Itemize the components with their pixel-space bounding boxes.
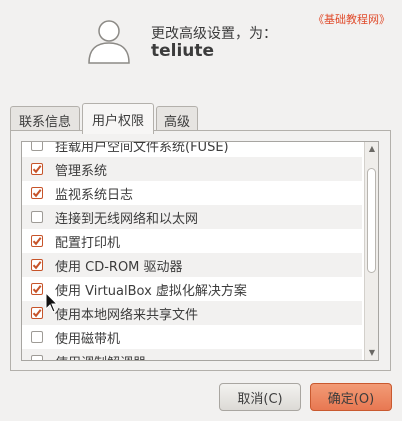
checkmark-icon [32,285,42,294]
cancel-button[interactable]: 取消(C) [219,383,301,411]
checkbox-unchecked[interactable] [31,142,43,151]
privilege-label: 监视系统日志 [55,187,134,203]
privilege-label: 配置打印机 [55,235,121,251]
tab-label: 联系信息 [18,114,71,130]
privileges-list[interactable]: 挂载用户空间文件系统(FUSE) 管理系统监视系统日志连接到无线网络和以太网 配置打… [21,141,379,361]
privilege-row[interactable]: 使用 VirtualBox 虚拟化解决方案 [22,277,362,301]
scrollbar-thumb[interactable] [367,168,376,273]
scroll-up-arrow-icon[interactable]: ▲ [368,145,376,153]
privilege-label: 使用磁带机 [55,331,121,347]
scroll-down-arrow-icon[interactable]: ▼ [368,349,376,357]
privilege-label: 使用 VirtualBox 虚拟化解决方案 [55,283,247,299]
checkbox-unchecked[interactable] [31,211,43,223]
privilege-row[interactable]: 连接到无线网络和以太网 [22,205,362,229]
checkbox-checked[interactable] [31,163,43,175]
privilege-row[interactable]: 挂载用户空间文件系统(FUSE) [22,141,362,157]
privilege-label: 使用调制解调器 [55,352,146,361]
tab-advanced[interactable]: 高级 [156,106,198,133]
dialog-heading: 更改高级设置，为： [151,26,277,42]
tab-contact-info[interactable]: 联系信息 [10,106,80,133]
watermark-text: 《基础教程网》 [313,13,390,26]
privilege-row[interactable]: 使用调制解调器 [22,349,362,361]
privileges-rows: 挂载用户空间文件系统(FUSE) 管理系统监视系统日志连接到无线网络和以太网 配置打… [22,141,362,361]
checkmark-icon [32,261,42,270]
privilege-label: 挂载用户空间文件系统(FUSE) [55,141,229,155]
privilege-row[interactable]: 管理系统 [22,157,362,181]
cancel-button-label: 取消(C) [237,391,283,407]
checkbox-checked[interactable] [31,259,43,271]
mouse-pointer-icon [45,292,58,313]
privilege-row[interactable]: 使用 CD-ROM 驱动器 [22,253,362,277]
checkmark-icon [32,189,42,198]
checkmark-icon [32,309,42,318]
privilege-label: 使用 CD-ROM 驱动器 [55,259,183,275]
ok-button[interactable]: 确定(O) [310,383,392,411]
tab-user-privileges[interactable]: 用户权限 [82,103,154,134]
checkmark-icon [32,165,42,174]
privilege-row[interactable]: 使用磁带机 [22,325,362,349]
privilege-row[interactable]: 使用本地网络来共享文件 [22,301,362,325]
username-label: teliute [151,41,215,61]
scrollbar[interactable]: ▲ ▼ [364,142,378,360]
ok-button-label: 确定(O) [327,391,375,407]
privileges-panel: 挂载用户空间文件系统(FUSE) 管理系统监视系统日志连接到无线网络和以太网 配置打… [10,130,391,371]
checkbox-checked[interactable] [31,283,43,295]
privilege-row[interactable]: 监视系统日志 [22,181,362,205]
user-avatar-icon [88,20,130,64]
privilege-label: 使用本地网络来共享文件 [55,307,199,323]
checkbox-checked[interactable] [31,187,43,199]
checkbox-unchecked[interactable] [31,331,43,343]
privilege-row[interactable]: 配置打印机 [22,229,362,253]
privilege-label: 管理系统 [55,163,108,179]
privilege-label: 连接到无线网络和以太网 [55,211,199,227]
tab-label: 高级 [163,114,190,130]
checkmark-icon [32,237,42,246]
tab-label: 用户权限 [91,113,144,129]
checkbox-checked[interactable] [31,235,43,247]
checkbox-unchecked[interactable] [31,355,43,360]
checkbox-checked[interactable] [31,307,43,319]
